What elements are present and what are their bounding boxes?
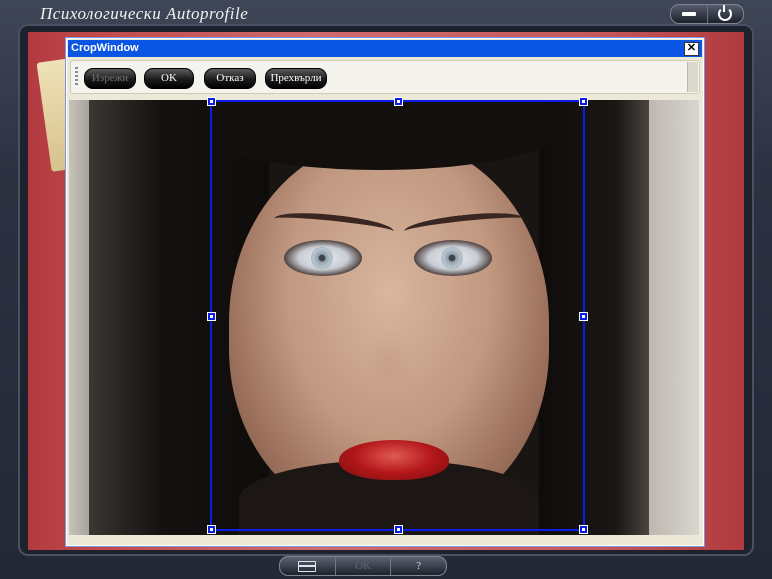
cancel-button[interactable]: Отказ bbox=[204, 68, 256, 89]
help-button[interactable]: ? bbox=[390, 557, 446, 575]
crop-handle-bottom[interactable] bbox=[394, 525, 403, 534]
close-button[interactable]: ✕ bbox=[684, 42, 699, 56]
bottom-toolbar: OK ? bbox=[279, 556, 447, 576]
close-icon: ✕ bbox=[686, 42, 697, 54]
toolbar-grip-icon[interactable] bbox=[75, 67, 78, 87]
crop-selection[interactable] bbox=[207, 97, 588, 534]
window-controls bbox=[670, 4, 744, 24]
crop-window-titlebar[interactable]: CropWindow ✕ bbox=[68, 40, 702, 57]
crop-handle-bottom-left[interactable] bbox=[207, 525, 216, 534]
minimize-button[interactable] bbox=[671, 5, 707, 23]
crop-handle-left[interactable] bbox=[207, 312, 216, 321]
crop-handle-right[interactable] bbox=[579, 312, 588, 321]
app-title: Психологически Autoprofile bbox=[40, 4, 249, 23]
power-button[interactable] bbox=[706, 5, 744, 23]
crop-toolbar: Изрежи OK Отказ Прехвърли bbox=[70, 60, 700, 94]
crop-handle-bottom-right[interactable] bbox=[579, 525, 588, 534]
ok-button[interactable]: OK bbox=[144, 68, 194, 89]
card-icon bbox=[298, 560, 317, 572]
crop-handle-top-right[interactable] bbox=[579, 97, 588, 106]
minimize-icon bbox=[681, 12, 696, 16]
app-window: Психологически Autoprofile CropWindow ✕ … bbox=[0, 0, 772, 579]
bottom-ok-button[interactable]: OK bbox=[334, 557, 391, 575]
power-icon bbox=[718, 5, 733, 21]
crop-handle-top[interactable] bbox=[394, 97, 403, 106]
toolbar-overflow-scrollbar[interactable] bbox=[687, 62, 698, 92]
card-button[interactable] bbox=[280, 557, 335, 575]
crop-handle-top-left[interactable] bbox=[207, 97, 216, 106]
crop-window-title: CropWindow bbox=[71, 42, 139, 54]
skip-button[interactable]: Прехвърли bbox=[265, 68, 327, 89]
cut-button[interactable]: Изрежи bbox=[84, 68, 136, 89]
